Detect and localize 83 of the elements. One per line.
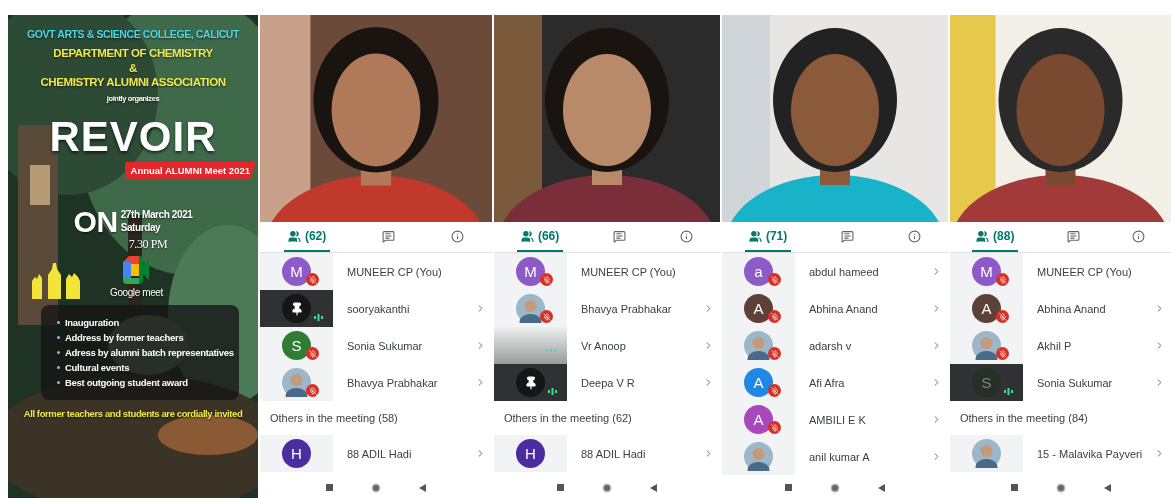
- participant-name[interactable]: Abhina Anand: [795, 302, 931, 315]
- participant-name[interactable]: 88 ADIL Hadi: [333, 447, 475, 460]
- avatar-initial: S: [972, 368, 1001, 397]
- chat-icon: [1066, 229, 1080, 243]
- program-item: Best outgoing student award: [65, 377, 188, 389]
- bullet-icon: [57, 321, 60, 325]
- avatar-initial: H: [282, 439, 311, 468]
- home-circle-icon[interactable]: [371, 482, 381, 493]
- participant-name[interactable]: MUNEER CP (You): [1023, 265, 1171, 278]
- participant-name[interactable]: Bhavya Prabhakar: [333, 376, 475, 389]
- people-icon: [520, 229, 534, 243]
- avatar-initial: A: [744, 368, 773, 397]
- program-item: Inauguration: [65, 317, 119, 329]
- college-name: GOVT ARTS & SCIENCE COLLEGE, CALICUT: [26, 28, 240, 42]
- program-item: Cultural events: [65, 362, 130, 374]
- event-title: REVOIR: [49, 115, 217, 158]
- avatar-initial: M: [282, 257, 311, 286]
- on-text: ON: [73, 206, 118, 237]
- chat-icon: [613, 229, 627, 243]
- avatar-initial: A: [744, 294, 773, 323]
- invitation-text: All former teachers and students are cordially invited: [23, 408, 243, 420]
- participant-name[interactable]: Akhil P: [1023, 339, 1154, 352]
- event-time: 7.30 PM: [128, 236, 168, 252]
- avatar-initial: A: [744, 405, 773, 434]
- home-circle-icon[interactable]: [602, 482, 612, 493]
- more-dots-icon: [545, 349, 557, 352]
- participant-name[interactable]: Bhavya Prabhakar: [567, 302, 703, 315]
- section-header: Others in the meeting (62): [503, 411, 633, 426]
- participant-name[interactable]: abdul hameed: [795, 265, 931, 278]
- pin-avatar: [282, 294, 311, 323]
- participant-name[interactable]: MUNEER CP (You): [567, 265, 720, 278]
- people-icon: [976, 229, 990, 243]
- participant-name[interactable]: Sonia Sukumar: [1023, 376, 1154, 389]
- program-item: Address by former teachers: [65, 332, 184, 344]
- participant-name[interactable]: 88 ADIL Hadi: [567, 447, 703, 460]
- back-icon[interactable]: [419, 483, 426, 492]
- association-name: CHEMISTRY ALUMNI ASSOCIATION: [40, 74, 226, 90]
- platform-name: Google meet: [110, 286, 163, 300]
- info-icon: [451, 229, 465, 243]
- bullet-icon: [57, 336, 60, 340]
- department-name: DEPARTMENT OF CHEMISTRY: [53, 46, 213, 61]
- info-icon: [680, 229, 694, 243]
- info-icon: [908, 229, 922, 243]
- bullet-icon: [57, 351, 60, 355]
- home-circle-icon[interactable]: [1055, 482, 1066, 493]
- ampersand-text: &: [129, 60, 137, 75]
- bullet-icon: [57, 366, 60, 370]
- event-date: 27th March 2021: [120, 209, 193, 222]
- program-item: Adress by alumni batch representatives: [65, 347, 234, 359]
- participant-name[interactable]: anil kumar A: [795, 450, 931, 463]
- participant-name[interactable]: sooryakanthi: [333, 302, 475, 315]
- chat-icon: [382, 229, 396, 243]
- participant-name[interactable]: Vr Anoop: [567, 339, 703, 352]
- avatar-initial: M: [972, 257, 1001, 286]
- participant-name[interactable]: 15 - Malavika Payveri: [1023, 447, 1154, 460]
- participant-name[interactable]: Afi Afra: [795, 376, 931, 389]
- avatar-initial: S: [282, 331, 311, 360]
- info-icon: [1131, 229, 1145, 243]
- home-circle-icon[interactable]: [830, 482, 840, 493]
- avatar-initial: H: [516, 439, 545, 468]
- people-icon: [748, 229, 762, 243]
- participant-name[interactable]: Sonia Sukumar: [333, 339, 475, 352]
- chat-icon: [841, 229, 855, 243]
- participant-name[interactable]: Deepa V R: [567, 376, 703, 389]
- back-icon[interactable]: [650, 483, 657, 492]
- avatar-initial: a: [744, 257, 773, 286]
- section-header: Others in the meeting (84): [959, 411, 1089, 426]
- pin-avatar: [516, 368, 545, 397]
- bullet-icon: [57, 381, 60, 385]
- back-icon[interactable]: [1103, 483, 1111, 492]
- participant-name[interactable]: Abhina Anand: [1023, 302, 1154, 315]
- graduates-icon: [30, 263, 82, 300]
- section-header: Others in the meeting (58): [269, 411, 399, 426]
- back-icon[interactable]: [878, 483, 885, 492]
- participant-name[interactable]: AMBILI E K: [795, 413, 931, 426]
- event-day: Saturday: [120, 221, 193, 235]
- participant-name[interactable]: MUNEER CP (You): [333, 265, 492, 278]
- meet-logo-icon: [123, 255, 150, 284]
- avatar-initial: M: [516, 257, 545, 286]
- people-icon: [287, 229, 301, 243]
- participant-name[interactable]: adarsh v: [795, 339, 931, 352]
- square-icon[interactable]: [1010, 484, 1018, 491]
- avatar-initial: A: [972, 294, 1001, 323]
